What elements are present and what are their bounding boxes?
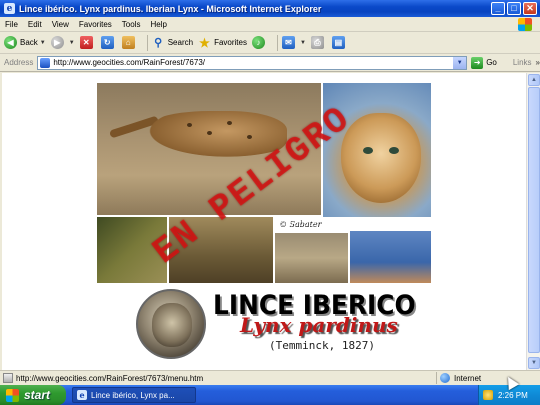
menu-favorites[interactable]: Favorites: [74, 20, 117, 29]
menu-help[interactable]: Help: [145, 20, 171, 29]
print-button[interactable]: ⎙: [310, 36, 327, 49]
forward-arrow-icon: ▶: [50, 36, 64, 49]
favorites-label: Favorites: [214, 38, 247, 47]
address-url[interactable]: http://www.geocities.com/RainForest/7673…: [53, 58, 205, 67]
vertical-scrollbar[interactable]: ▲ ▼: [526, 73, 540, 370]
security-zone: Internet: [436, 372, 540, 384]
forward-dropdown-icon[interactable]: ▼: [69, 40, 75, 46]
back-button[interactable]: ◀ Back ▼: [4, 36, 46, 49]
scroll-up-icon[interactable]: ▲: [528, 74, 540, 86]
zone-label: Internet: [454, 373, 482, 383]
lynx-eye: [363, 147, 373, 154]
back-arrow-icon: ◀: [4, 36, 17, 49]
species-author: (Temminck, 1827): [269, 339, 375, 352]
mail-dropdown-icon[interactable]: ▼: [300, 40, 306, 46]
page-status-icon: [3, 373, 13, 383]
edit-button[interactable]: ▤: [331, 36, 348, 49]
refresh-icon: ↻: [100, 36, 114, 49]
favorites-button[interactable]: ★ Favorites: [198, 35, 247, 50]
ie-icon: e: [77, 390, 87, 400]
forward-button[interactable]: ▶ ▼: [50, 36, 75, 49]
menu-edit[interactable]: Edit: [23, 20, 47, 29]
menu-bar: File Edit View Favorites Tools Help: [0, 17, 540, 32]
clock[interactable]: 2:26 PM: [498, 391, 528, 400]
stop-button[interactable]: ✕: [79, 36, 96, 49]
task-label: Lince ibérico, Lynx pa...: [91, 390, 175, 400]
title-bar[interactable]: e Lince ibérico. Lynx pardinus. Iberian …: [0, 0, 540, 17]
close-button[interactable]: ✕: [523, 2, 537, 15]
windows-logo-icon: [518, 18, 532, 31]
maximize-button[interactable]: □: [507, 2, 521, 15]
go-label: Go: [486, 58, 497, 67]
address-label: Address: [4, 58, 34, 67]
go-button[interactable]: ➜ Go: [471, 56, 497, 69]
address-dropdown-icon[interactable]: ▼: [453, 56, 467, 69]
chevron-right-icon[interactable]: »: [536, 58, 540, 67]
media-icon: ♪: [251, 36, 265, 49]
edit-page-icon: ▤: [331, 36, 345, 49]
page-icon: [40, 57, 51, 68]
fur-spot: [187, 123, 192, 127]
lynx-medallion-image[interactable]: [136, 289, 206, 359]
address-input[interactable]: http://www.geocities.com/RainForest/7673…: [37, 55, 468, 70]
mail-button[interactable]: ✉ ▼: [281, 36, 306, 49]
stop-icon: ✕: [79, 36, 93, 49]
toolbar-separator: [276, 34, 278, 51]
print-icon: ⎙: [310, 36, 324, 49]
star-icon: ★: [199, 35, 210, 50]
globe-icon: [440, 373, 450, 383]
links-button[interactable]: Links: [513, 58, 532, 67]
search-icon: ⚲: [154, 37, 163, 49]
windows-flag-icon: [6, 388, 19, 402]
search-button[interactable]: ⚲ Search: [152, 36, 193, 49]
back-dropdown-icon[interactable]: ▼: [40, 40, 46, 46]
lynx-eye: [389, 147, 399, 154]
fur-spot: [227, 121, 232, 125]
status-bar: http://www.geocities.com/RainForest/7673…: [0, 370, 540, 385]
menu-tools[interactable]: Tools: [117, 20, 146, 29]
start-button[interactable]: start: [0, 385, 66, 405]
address-bar: Address http://www.geocities.com/RainFor…: [0, 54, 540, 72]
home-button[interactable]: ⌂: [121, 36, 138, 49]
mail-icon: ✉: [281, 36, 295, 49]
scroll-down-icon[interactable]: ▼: [528, 357, 540, 369]
page-content: © Sabater EN PELIGRO LINCE IBERICO Lynx …: [2, 73, 526, 370]
standard-toolbar: ◀ Back ▼ ▶ ▼ ✕ ↻ ⌂ ⚲ Search ★ Favorites …: [0, 32, 540, 54]
fur-spot: [207, 131, 212, 135]
media-button[interactable]: ♪: [251, 36, 268, 49]
window-title: Lince ibérico. Lynx pardinus. Iberian Ly…: [19, 3, 322, 14]
back-label: Back: [20, 38, 38, 47]
lynx-cub-in-hands-photo: [350, 231, 431, 283]
search-label: Search: [167, 38, 194, 47]
menu-view[interactable]: View: [47, 20, 74, 29]
lynx-face-shape: [152, 303, 192, 347]
menu-file[interactable]: File: [0, 20, 23, 29]
refresh-button[interactable]: ↻: [100, 36, 117, 49]
lynx-resting-photo: [275, 233, 348, 283]
ie-icon: e: [4, 3, 15, 14]
status-message: http://www.geocities.com/RainForest/7673…: [16, 373, 204, 383]
go-arrow-icon: ➜: [471, 56, 484, 69]
fur-spot: [247, 135, 252, 139]
toolbar-separator: [146, 34, 148, 51]
photo-credit: © Sabater: [278, 219, 321, 228]
taskbar-item-ie[interactable]: e Lince ibérico, Lynx pa...: [72, 387, 196, 403]
minimize-button[interactable]: _: [491, 2, 505, 15]
scroll-thumb[interactable]: [528, 87, 540, 353]
home-icon: ⌂: [121, 36, 135, 49]
tray-icon[interactable]: [483, 390, 493, 400]
scientific-name: Lynx pardinus: [240, 313, 398, 337]
taskbar: start e Lince ibérico, Lynx pa... 2:26 P…: [0, 385, 540, 405]
start-label: start: [24, 388, 51, 402]
